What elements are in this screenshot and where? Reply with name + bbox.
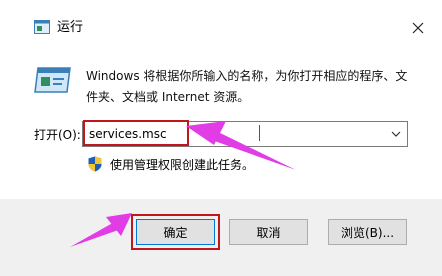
run-program-icon [34,67,71,93]
run-icon [34,20,50,34]
chevron-down-icon [391,131,401,137]
description-text: Windows 将根据你所输入的名称，为你打开相应的程序、文件夹、文档或 Int… [86,69,408,104]
close-icon [412,22,424,34]
browse-button[interactable]: 浏览(B)... [328,219,407,245]
window-title: 运行 [57,20,84,35]
cancel-button[interactable]: 取消 [229,219,308,245]
ok-button[interactable]: 确定 [136,219,215,245]
open-label: 打开(O): [34,128,81,142]
title-bar: 运行 [0,0,442,44]
dropdown-button[interactable] [385,122,407,146]
open-combobox[interactable] [82,120,408,147]
admin-note: 使用管理权限创建此任务。 [110,158,255,172]
close-button[interactable] [402,14,434,42]
text-cursor [259,125,260,141]
open-input[interactable] [83,122,383,146]
shield-icon [88,156,102,172]
